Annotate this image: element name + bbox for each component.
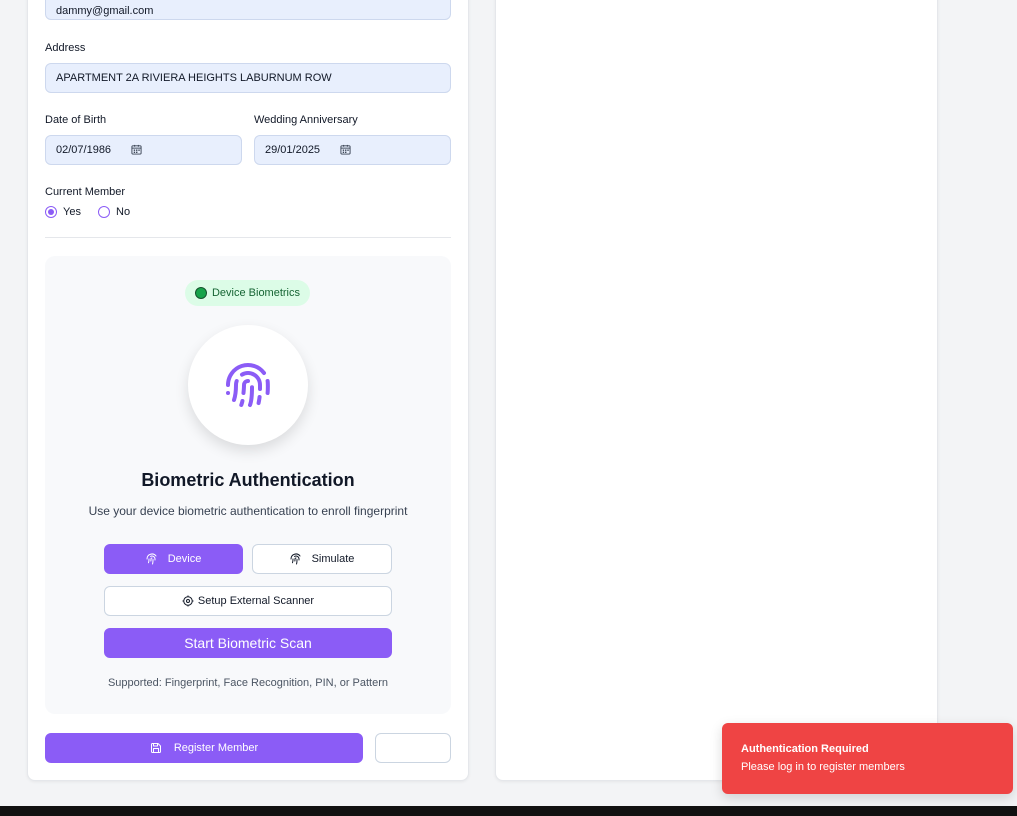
biometric-subtitle: Use your device biometric authentication… bbox=[88, 504, 408, 518]
bottom-bar bbox=[0, 806, 1017, 816]
simulate-button[interactable]: Simulate bbox=[252, 544, 392, 574]
radio-no[interactable]: No bbox=[98, 206, 130, 218]
supported-methods-text: Supported: Fingerprint, Face Recognition… bbox=[107, 677, 389, 689]
email-field[interactable]: dammy@gmail.com bbox=[45, 0, 451, 20]
start-biometric-scan-button[interactable]: Start Biometric Scan bbox=[104, 628, 392, 658]
address-field[interactable]: APARTMENT 2A RIVIERA HEIGHTS LABURNUM RO… bbox=[45, 63, 451, 93]
cancel-button[interactable] bbox=[375, 733, 451, 763]
section-divider bbox=[45, 237, 451, 238]
radio-yes[interactable]: Yes bbox=[45, 206, 81, 218]
fingerprint-icon bbox=[226, 363, 270, 407]
address-value: APARTMENT 2A RIVIERA HEIGHTS LABURNUM RO… bbox=[56, 72, 332, 84]
anniversary-value: 29/01/2025 bbox=[265, 144, 321, 156]
start-biometric-scan-label: Start Biometric Scan bbox=[184, 635, 312, 651]
radio-yes-circle[interactable] bbox=[45, 206, 57, 218]
fingerprint-circle bbox=[188, 325, 308, 445]
right-panel-card bbox=[495, 0, 938, 781]
radio-no-circle[interactable] bbox=[98, 206, 110, 218]
device-button-label: Device bbox=[167, 553, 202, 565]
anniversary-field[interactable]: 29/01/2025 bbox=[254, 135, 451, 165]
calendar-icon[interactable] bbox=[131, 144, 142, 155]
dob-field[interactable]: 02/07/1986 bbox=[45, 135, 242, 165]
email-value: dammy@gmail.com bbox=[56, 5, 154, 17]
badge-label: Device Biometrics bbox=[211, 287, 301, 299]
save-icon bbox=[150, 743, 161, 753]
device-button[interactable]: Device bbox=[104, 544, 243, 574]
register-member-button[interactable]: Register Member bbox=[45, 733, 363, 763]
device-biometrics-badge: Device Biometrics bbox=[185, 280, 310, 306]
fingerprint-icon bbox=[146, 553, 157, 565]
dob-label: Date of Birth bbox=[45, 114, 107, 126]
radio-yes-label: Yes bbox=[63, 206, 81, 218]
dob-value: 02/07/1986 bbox=[56, 144, 112, 156]
status-dot-icon bbox=[194, 287, 207, 299]
address-label: Address bbox=[45, 42, 86, 54]
biometric-title: Biometric Authentication bbox=[141, 470, 355, 490]
toast-message: Please log in to register members bbox=[741, 761, 905, 773]
calendar-icon[interactable] bbox=[340, 144, 351, 155]
gear-icon bbox=[182, 595, 194, 607]
radio-no-label: No bbox=[116, 206, 131, 218]
toast-title: Authentication Required bbox=[741, 743, 869, 755]
setup-external-scanner-button[interactable]: Setup External Scanner bbox=[104, 586, 392, 616]
setup-external-scanner-label: Setup External Scanner bbox=[197, 595, 315, 607]
register-member-label: Register Member bbox=[173, 742, 259, 754]
simulate-button-label: Simulate bbox=[311, 553, 355, 565]
auth-required-toast[interactable]: Authentication Required Please log in to… bbox=[722, 723, 1013, 794]
anniversary-label: Wedding Anniversary bbox=[254, 114, 358, 126]
fingerprint-icon bbox=[290, 553, 301, 565]
current-member-label: Current Member bbox=[45, 186, 126, 198]
